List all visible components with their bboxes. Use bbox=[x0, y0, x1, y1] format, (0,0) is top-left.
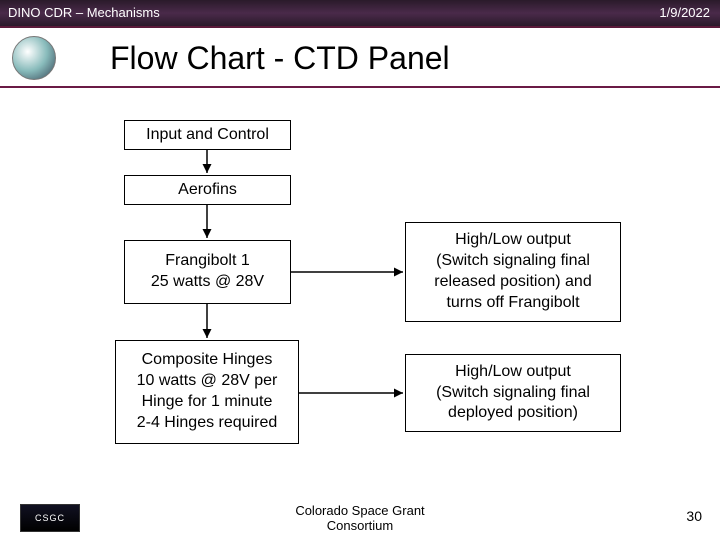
page-number: 30 bbox=[686, 508, 702, 524]
box-input-control: Input and Control bbox=[124, 120, 291, 150]
box-composite-hinges: Composite Hinges 10 watts @ 28V per Hing… bbox=[115, 340, 299, 444]
box-highlow-released: High/Low output (Switch signaling final … bbox=[405, 222, 621, 322]
project-logo-icon bbox=[12, 36, 56, 80]
box-highlow-deployed: High/Low output (Switch signaling final … bbox=[405, 354, 621, 432]
header-bar: DINO CDR – Mechanisms 1/9/2022 bbox=[0, 0, 720, 28]
box-aerofins: Aerofins bbox=[124, 175, 291, 205]
footer-org: Colorado Space Grant Consortium bbox=[0, 503, 720, 534]
header-left: DINO CDR – Mechanisms bbox=[8, 5, 160, 20]
title-underline bbox=[0, 86, 720, 88]
header-date: 1/9/2022 bbox=[659, 5, 710, 20]
page-title: Flow Chart - CTD Panel bbox=[110, 40, 610, 77]
box-frangibolt: Frangibolt 1 25 watts @ 28V bbox=[124, 240, 291, 304]
